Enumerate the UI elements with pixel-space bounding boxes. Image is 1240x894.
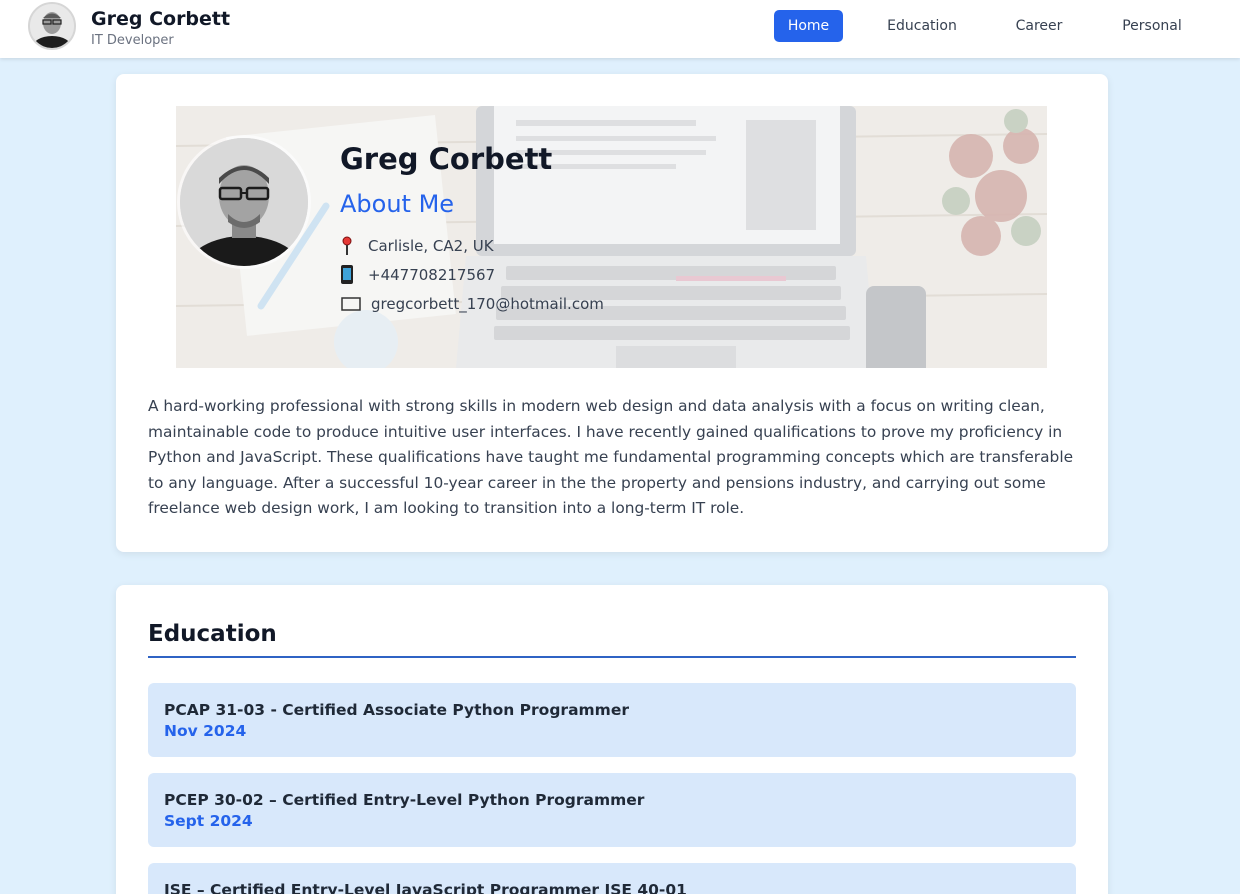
mobile-phone-icon [340,265,362,285]
hero-banner: Greg Corbett About Me Carlisle, CA2, UK … [176,106,1047,368]
phone-text[interactable]: +447708217567 [368,266,495,284]
nav-career-link[interactable]: Career [1012,10,1066,42]
site-owner-role: IT Developer [91,33,174,48]
contact-phone: +447708217567 [340,264,495,286]
email-text[interactable]: gregcorbett_170@hotmail.com [371,295,604,313]
education-card: Education PCAP 31-03 - Certified Associa… [116,585,1108,894]
about-card: Greg Corbett About Me Carlisle, CA2, UK … [116,74,1108,552]
site-owner-name: Greg Corbett [91,8,231,30]
education-item-title: PCEP 30-02 – Certified Entry-Level Pytho… [164,791,645,809]
education-heading: Education [148,621,277,647]
top-navbar: Greg Corbett IT Developer Home Education… [0,0,1240,58]
about-heading: About Me [340,190,455,218]
education-item: PCAP 31-03 - Certified Associate Python … [148,683,1076,757]
contact-location: Carlisle, CA2, UK [340,235,494,257]
nav-home-button[interactable]: Home [774,10,843,42]
profile-avatar [28,2,76,50]
education-item: JSE – Certified Entry-Level JavaScript P… [148,863,1076,894]
contact-email: gregcorbett_170@hotmail.com [340,293,604,315]
section-divider [148,656,1076,658]
profile-photo [180,138,308,266]
bio-paragraph: A hard-working professional with strong … [148,397,1074,517]
education-item-date: Nov 2024 [164,722,247,740]
education-item-title: PCAP 31-03 - Certified Associate Python … [164,701,629,719]
nav-education-link[interactable]: Education [884,10,960,42]
education-item: PCEP 30-02 – Certified Entry-Level Pytho… [148,773,1076,847]
education-item-title: JSE – Certified Entry-Level JavaScript P… [164,881,687,894]
profile-name: Greg Corbett [340,142,553,176]
location-text: Carlisle, CA2, UK [368,237,494,255]
nav-personal-link[interactable]: Personal [1118,10,1186,42]
envelope-icon [340,294,364,314]
location-pin-icon [340,236,362,256]
education-item-date: Sept 2024 [164,812,253,830]
desk-background-image [176,106,1047,368]
